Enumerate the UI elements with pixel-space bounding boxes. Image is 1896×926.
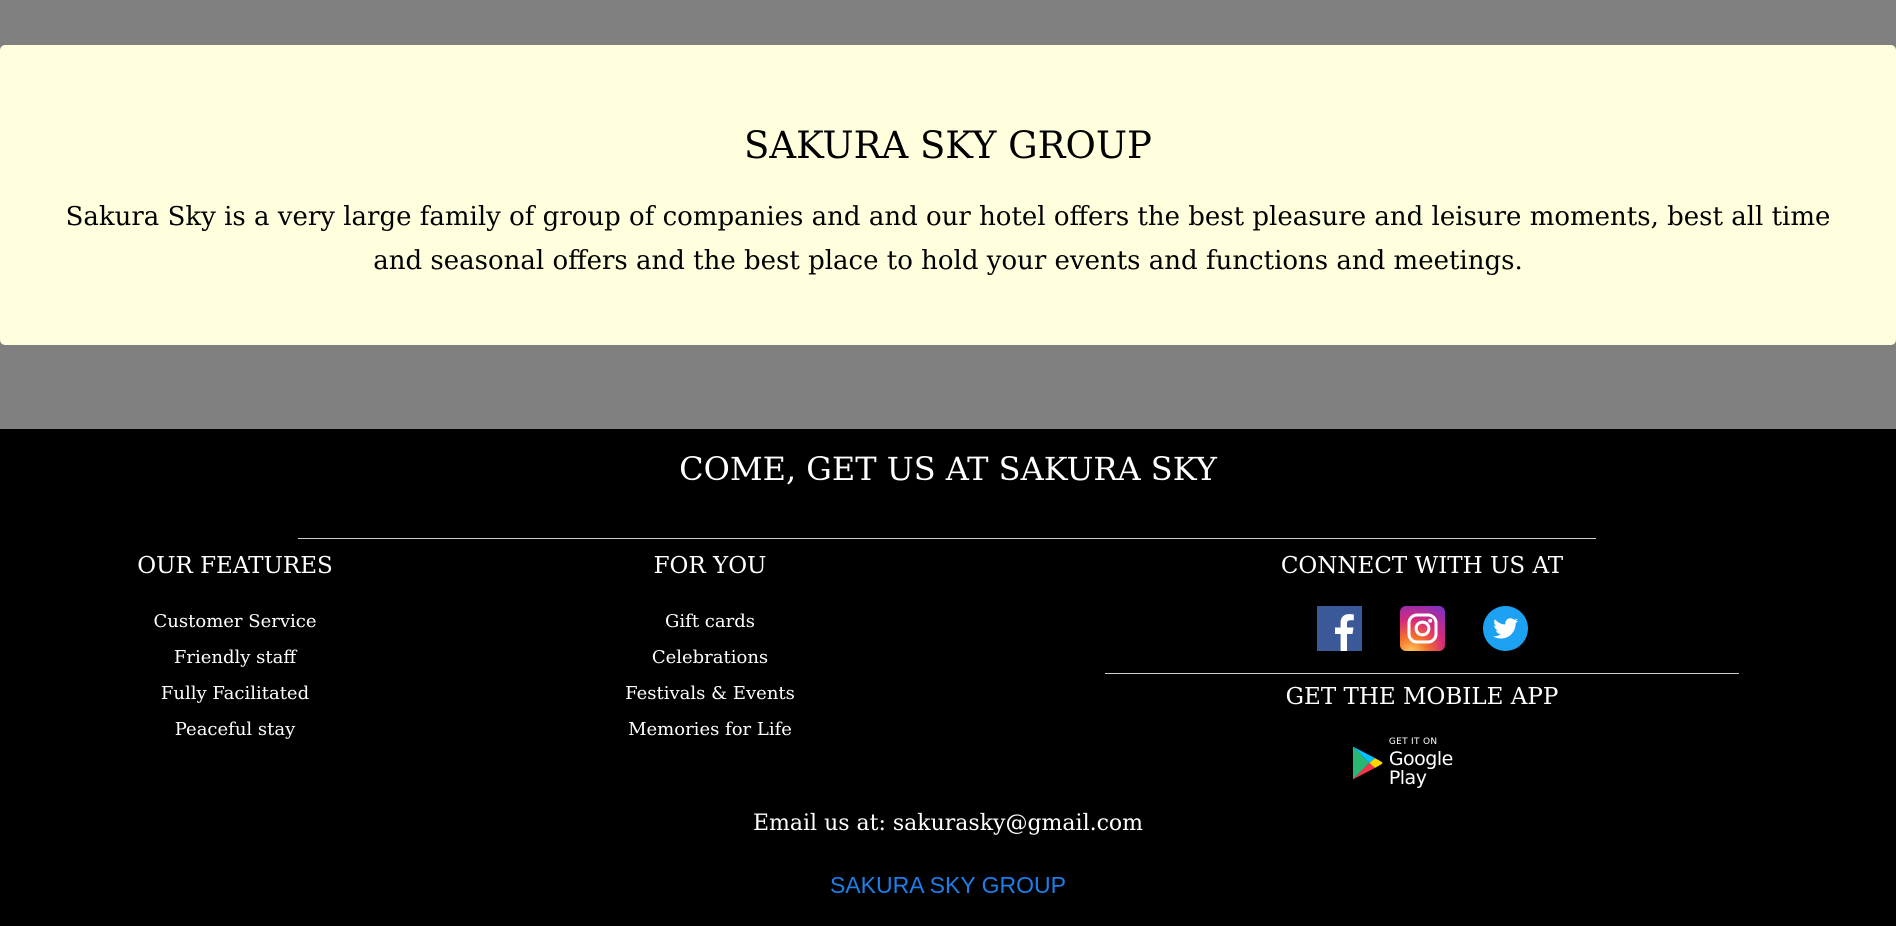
connect-divider xyxy=(1105,673,1739,674)
features-column: OUR FEATURES Customer Service Friendly s… xyxy=(100,555,370,748)
google-play-label: GET IT ON Google Play xyxy=(1389,738,1492,788)
about-card: SAKURA SKY GROUP Sakura Sky is a very la… xyxy=(0,45,1896,345)
contact-email[interactable]: Email us at: sakurasky@gmail.com xyxy=(0,813,1896,835)
footer-divider xyxy=(298,538,1596,539)
features-item-friendly-staff[interactable]: Friendly staff xyxy=(100,640,370,676)
google-play-small-text: GET IT ON xyxy=(1388,737,1438,747)
social-links xyxy=(1105,606,1739,651)
for-you-item-memories[interactable]: Memories for Life xyxy=(575,712,845,748)
google-play-badge[interactable]: GET IT ON Google Play xyxy=(1352,738,1492,788)
connect-column: CONNECT WITH US AT GET THE MOBILE APP GE… xyxy=(1105,553,1739,788)
instagram-icon[interactable] xyxy=(1399,606,1445,651)
site-footer: COME, GET US AT SAKURA SKY OUR FEATURES … xyxy=(0,429,1896,926)
for-you-heading: FOR YOU xyxy=(653,553,767,579)
mobile-app-heading: GET THE MOBILE APP xyxy=(1285,684,1559,710)
for-you-item-festivals-events[interactable]: Festivals & Events xyxy=(575,676,845,712)
features-list: Customer Service Friendly staff Fully Fa… xyxy=(100,604,370,748)
connect-heading: CONNECT WITH US AT xyxy=(1280,553,1564,579)
features-item-fully-facilitated[interactable]: Fully Facilitated xyxy=(100,676,370,712)
brand-link[interactable]: SAKURA SKY GROUP xyxy=(0,874,1896,897)
for-you-list: Gift cards Celebrations Festivals & Even… xyxy=(575,604,845,748)
google-play-icon xyxy=(1352,746,1383,780)
for-you-item-gift-cards[interactable]: Gift cards xyxy=(575,604,845,640)
google-play-big-text: Google Play xyxy=(1388,748,1454,789)
about-title: SAKURA SKY GROUP xyxy=(744,124,1152,167)
twitter-icon[interactable] xyxy=(1482,606,1528,651)
for-you-column: FOR YOU Gift cards Celebrations Festival… xyxy=(575,555,845,748)
for-you-item-celebrations[interactable]: Celebrations xyxy=(575,640,845,676)
features-item-peaceful-stay[interactable]: Peaceful stay xyxy=(100,712,370,748)
facebook-icon[interactable] xyxy=(1316,606,1362,651)
about-description: Sakura Sky is a very large family of gro… xyxy=(65,202,1831,276)
features-item-customer-service[interactable]: Customer Service xyxy=(100,604,370,640)
footer-cta-heading: COME, GET US AT SAKURA SKY xyxy=(679,450,1217,488)
features-heading: OUR FEATURES xyxy=(137,553,333,579)
